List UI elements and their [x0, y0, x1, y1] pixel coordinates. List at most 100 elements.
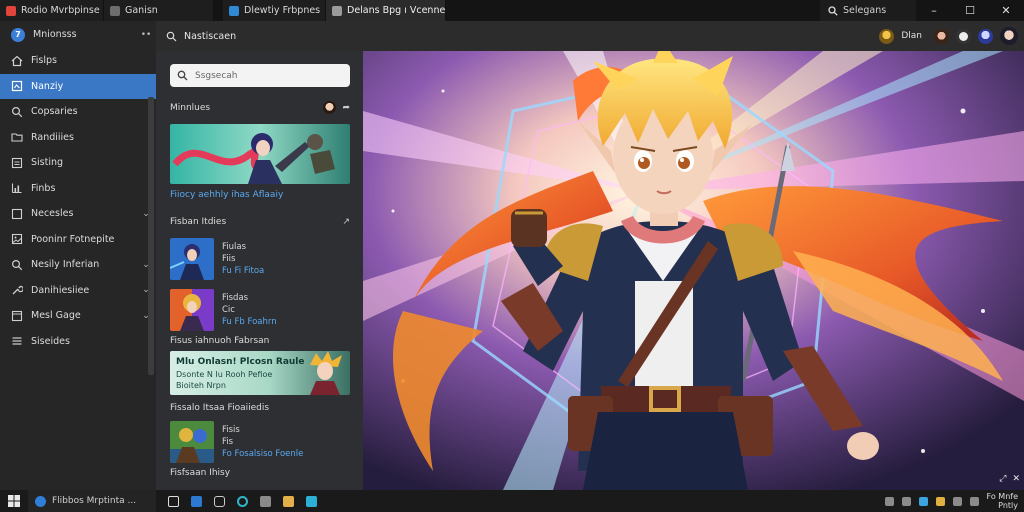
- sidebar: 7 Mnionsss •• Fislps Nanziy Copsaries Ra…: [0, 21, 156, 490]
- taskbar-search[interactable]: Flibbos Mrptinta ...: [28, 490, 156, 512]
- clock-time: Fo Mnfe: [986, 492, 1018, 501]
- sidebar-item-siseides[interactable]: Siseides: [0, 329, 156, 355]
- close-button[interactable]: ✕: [988, 0, 1024, 21]
- network-icon[interactable]: [918, 496, 928, 506]
- avatar[interactable]: [934, 28, 949, 44]
- dismiss-icon[interactable]: ✕: [1012, 474, 1020, 484]
- expand-icon[interactable]: ↗: [342, 217, 350, 227]
- sidebar-header-label: Mnionsss: [33, 29, 77, 40]
- sidebar-item-label: Nesily Inferian: [31, 259, 100, 271]
- folder-icon[interactable]: [283, 495, 294, 507]
- chart-icon: [11, 182, 23, 194]
- profile-avatar[interactable]: [1000, 27, 1018, 45]
- featured-banner[interactable]: [170, 124, 350, 184]
- avatar[interactable]: [978, 28, 993, 44]
- library-icon: [11, 80, 23, 92]
- banner-caption[interactable]: Fiiocy aehhly ihas Aflaaiy: [170, 190, 283, 200]
- page-icon: [110, 5, 120, 16]
- item-title: Fisis: [222, 425, 240, 435]
- sidebar-item-danihiesiiee[interactable]: Danihiesiiee ⌄: [0, 278, 156, 304]
- sidebar-item-label: Nanziy: [31, 80, 64, 92]
- thumbnail: [170, 421, 214, 463]
- sidebar-header[interactable]: 7 Mnionsss ••: [0, 21, 156, 48]
- search-icon: [11, 259, 23, 271]
- sidebar-item-pooninr[interactable]: Pooninr Fotnepite: [0, 227, 156, 253]
- thumbnail: [170, 289, 214, 331]
- home-icon: [11, 55, 23, 67]
- clock-date: Pntly: [998, 501, 1018, 510]
- sidebar-item-necesles[interactable]: Necesles ⌄: [0, 201, 156, 227]
- task-view-icon[interactable]: [168, 495, 179, 507]
- sidebar-item-finbs[interactable]: Finbs: [0, 176, 156, 202]
- sidebar-item-nanziy[interactable]: Nanziy: [0, 73, 156, 99]
- tab-ganisn[interactable]: Ganisn: [104, 0, 214, 21]
- square-icon: [11, 208, 23, 220]
- tab-delans[interactable]: Delans Bpg ı Vcenne: [326, 0, 446, 21]
- folder-icon: [11, 131, 23, 143]
- tab-label: Delans Bpg ı Vcenne: [347, 5, 446, 16]
- section-title: Fisus iahnuoh Fabrsan: [170, 336, 270, 346]
- tab-label: Dlewtiy Frbpnes: [244, 5, 321, 16]
- files-icon[interactable]: [214, 495, 225, 507]
- shield-icon[interactable]: [901, 496, 911, 506]
- list-item[interactable]: Fisdas Cic Fu Fb Foahrn: [170, 289, 350, 331]
- sidebar-item-label: Copsaries: [31, 106, 78, 118]
- sidebar-scrollbar[interactable]: [148, 97, 154, 375]
- search-icon: [11, 106, 23, 118]
- sidebar-item-copsaries[interactable]: Copsaries: [0, 99, 156, 125]
- sidebar-item-label: Necesles: [31, 208, 74, 220]
- share-icon[interactable]: ➦: [342, 103, 350, 113]
- tab-label: Ganisn: [125, 5, 158, 16]
- avatar: 7: [11, 27, 25, 42]
- sidebar-item-nesily[interactable]: Nesily Inferian ⌄: [0, 252, 156, 278]
- hero-artwork: ⤢ ✕: [363, 51, 1024, 490]
- search-icon: [828, 5, 838, 16]
- thumbnail: [170, 238, 214, 280]
- maximize-button[interactable]: ☐: [952, 0, 988, 21]
- battery-icon[interactable]: [969, 496, 979, 506]
- sidebar-item-sisting[interactable]: Sisting: [0, 150, 156, 176]
- search-icon: [177, 70, 188, 81]
- clock[interactable]: Fo Mnfe Pntly: [987, 492, 1018, 510]
- list-item[interactable]: Fiulas Fiis Fu Fi Fitoa: [170, 238, 350, 280]
- sidebar-item-fislps[interactable]: Fislps: [0, 48, 156, 74]
- volume-icon[interactable]: [952, 496, 962, 506]
- section-title: Fissalo Itsaa Fioaiiedis: [170, 403, 270, 413]
- search-input[interactable]: Ssgsecah: [170, 64, 350, 87]
- section-title: Fisfsaan Ihisy: [170, 468, 231, 478]
- sidebar-item-label: Randiiies: [31, 131, 74, 143]
- sidebar-item-label: Fislps: [31, 55, 57, 67]
- title-search-button[interactable]: Selegans: [820, 0, 916, 21]
- settings-icon[interactable]: [956, 28, 971, 44]
- tab-dlewtiy[interactable]: Dlewtiy Frbpnes: [223, 0, 326, 21]
- more-icon[interactable]: ••: [136, 30, 156, 40]
- sidebar-item-randiiies[interactable]: Randiiies: [0, 125, 156, 151]
- section-title: Fisban Itdies: [170, 217, 227, 227]
- section-header: Minnlues ➦: [170, 101, 350, 114]
- notification-icon[interactable]: [935, 496, 945, 506]
- avatar[interactable]: [323, 101, 337, 114]
- item-meta: Fu Fi Fitoa: [222, 266, 265, 276]
- wifi-icon[interactable]: [884, 496, 894, 506]
- minimize-button[interactable]: –: [916, 0, 952, 21]
- sidebar-item-label: Siseides: [31, 335, 70, 347]
- app-icon[interactable]: [191, 495, 202, 507]
- avatar[interactable]: [879, 28, 895, 44]
- section-title: Minnlues: [170, 102, 211, 113]
- back-button[interactable]: Nastiscaen: [156, 31, 364, 42]
- item-subtitle: Cic: [222, 305, 235, 315]
- promo-title: Mlu Onlasn! Plcosn Raule: [176, 357, 305, 367]
- list-item[interactable]: Fisis Fis Fo Fosalsiso Foenle: [170, 421, 350, 463]
- fullscreen-icon[interactable]: ⤢: [999, 474, 1006, 484]
- system-tray: Fo Mnfe Pntly: [884, 492, 1024, 510]
- start-button[interactable]: [0, 495, 28, 507]
- mail-icon[interactable]: [306, 495, 317, 507]
- content-list-panel: Ssgsecah Minnlues ➦ Fiiocy aehhly ihas A…: [156, 51, 363, 490]
- title-search-label: Selegans: [843, 5, 887, 16]
- promo-banner[interactable]: Mlu Onlasn! Plcosn Raule Dsonte N Iu Roo…: [170, 351, 350, 395]
- sidebar-item-mesl-gage[interactable]: Mesl Gage ⌄: [0, 303, 156, 329]
- browser-icon[interactable]: [237, 495, 248, 507]
- store-icon[interactable]: [260, 495, 271, 507]
- search-icon: [166, 31, 177, 41]
- tab-rodio[interactable]: Rodio Mvrbpinse: [0, 0, 104, 21]
